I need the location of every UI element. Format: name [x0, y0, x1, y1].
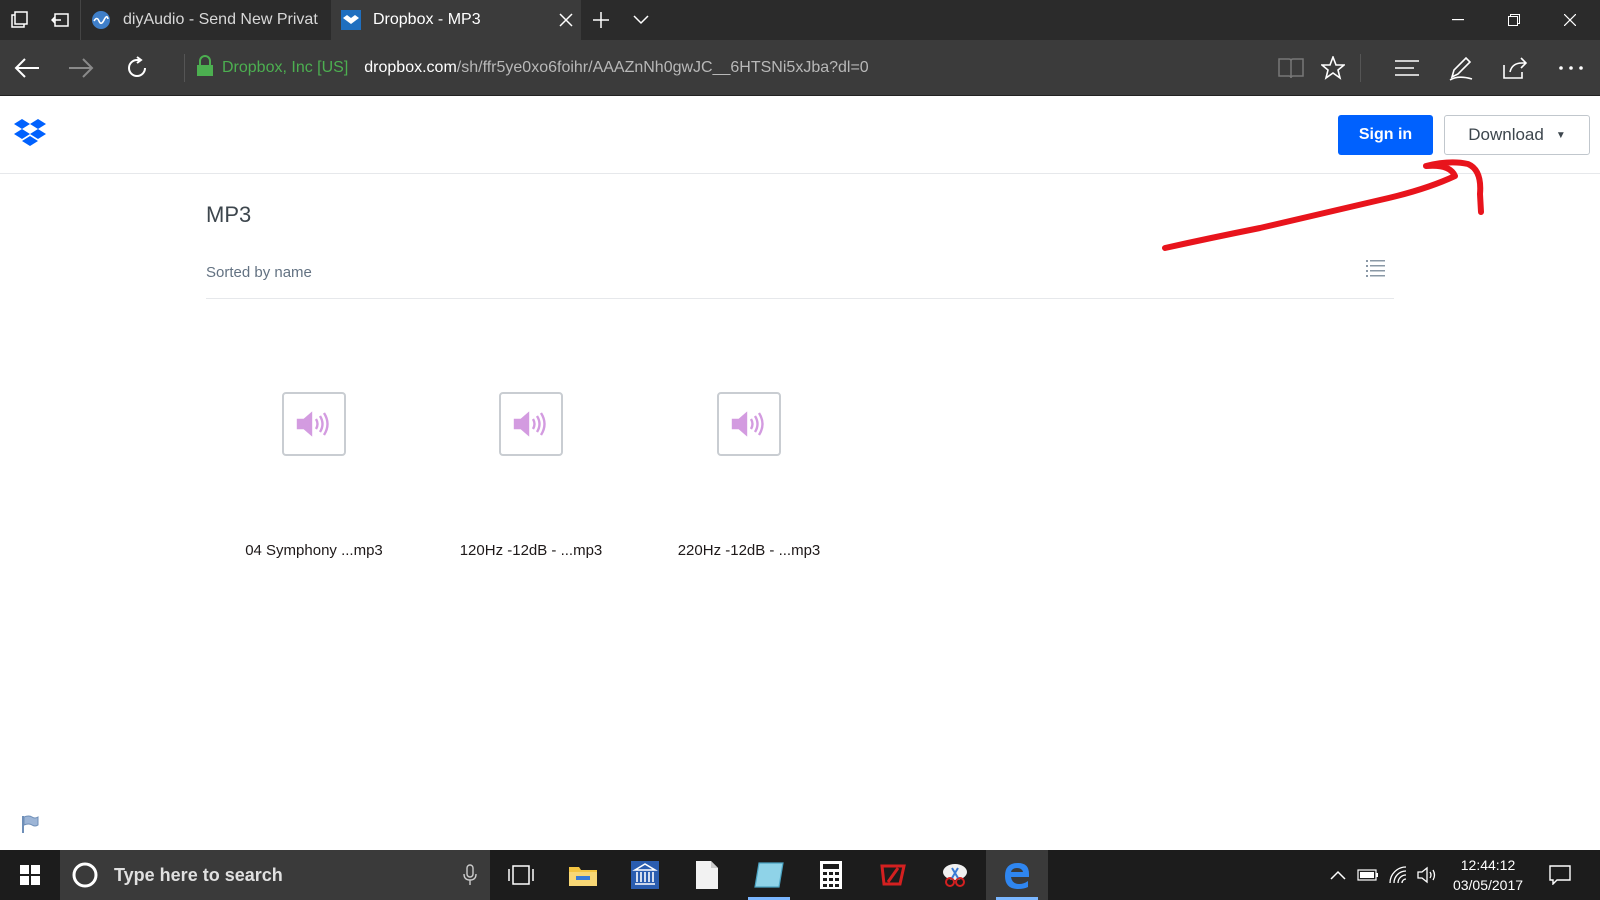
caret-down-icon: ▼	[1555, 129, 1566, 141]
tab-groups-icon[interactable]	[0, 0, 40, 40]
show-hidden-icons-chevron-icon[interactable]	[1323, 850, 1353, 900]
file-name: 04 Symphony ...mp3	[245, 542, 383, 559]
clock-time: 12:44:12	[1460, 857, 1516, 873]
snipping-tool-icon[interactable]	[924, 850, 986, 900]
dropbox-favicon	[341, 10, 361, 30]
url-field[interactable]: Dropbox, Inc [US] dropbox.com/sh/ffr5ye0…	[196, 40, 869, 96]
share-icon[interactable]	[1490, 40, 1540, 96]
taskbar-search-box[interactable]: Type here to search	[60, 850, 490, 900]
windows-start-icon[interactable]	[0, 850, 60, 900]
action-center-icon[interactable]	[1540, 850, 1580, 900]
folder-title: MP3	[206, 202, 252, 227]
wifi-icon[interactable]	[1383, 850, 1413, 900]
file-tile[interactable]: 04 Symphony ...mp3	[234, 392, 394, 572]
cortana-icon	[70, 860, 100, 890]
file-explorer-icon[interactable]	[552, 850, 614, 900]
lock-icon	[196, 54, 214, 82]
microphone-icon[interactable]	[450, 864, 490, 886]
sign-in-button[interactable]: Sign in	[1338, 115, 1433, 155]
download-button[interactable]: Download ▼	[1444, 115, 1590, 155]
tab-diyaudio[interactable]: diyAudio - Send New Privat	[80, 0, 331, 40]
web-note-pen-icon[interactable]	[1436, 40, 1486, 96]
new-tab-icon[interactable]	[581, 0, 621, 40]
document-app-icon[interactable]	[676, 850, 738, 900]
taskbar: Type here to search 12:44:12 03/05/2017	[0, 850, 1600, 900]
calculator-icon[interactable]	[800, 850, 862, 900]
clock-date: 03/05/2017	[1452, 877, 1524, 893]
certificate-name[interactable]: Dropbox, Inc [US]	[222, 59, 348, 77]
tab-title: diyAudio - Send New Privat	[123, 11, 318, 28]
task-view-icon[interactable]	[490, 850, 552, 900]
red-arrow-annotation	[1150, 154, 1490, 274]
tab-dropbox[interactable]: Dropbox - MP3	[331, 0, 581, 40]
audio-file-icon	[282, 392, 346, 456]
audio-file-icon	[499, 392, 563, 456]
url-host: dropbox.com	[364, 59, 457, 76]
red-app-icon[interactable]	[862, 850, 924, 900]
sort-label[interactable]: Sorted by name	[206, 264, 312, 281]
library-app-icon[interactable]	[614, 850, 676, 900]
browser-tab-strip: diyAudio - Send New Privat Dropbox - MP3	[0, 0, 1600, 40]
system-clock[interactable]: 12:44:12 03/05/2017	[1443, 855, 1533, 895]
volume-icon[interactable]	[1413, 850, 1443, 900]
diyaudio-icon	[91, 10, 111, 30]
notepad-app-icon[interactable]	[738, 850, 800, 900]
dropbox-page: Sign in Download ▼ MP3 Sorted by name 04…	[0, 96, 1600, 850]
report-flag-icon[interactable]	[20, 814, 40, 834]
separator	[184, 54, 185, 82]
tab-title: Dropbox - MP3	[373, 11, 481, 28]
set-aside-tabs-icon[interactable]	[40, 0, 80, 40]
file-name: 220Hz -12dB - ...mp3	[677, 542, 821, 559]
file-tile[interactable]: 120Hz -12dB - ...mp3	[451, 392, 611, 572]
hub-icon[interactable]	[1382, 40, 1432, 96]
back-icon[interactable]	[0, 40, 54, 96]
divider	[206, 298, 1394, 299]
refresh-icon[interactable]	[110, 40, 164, 96]
address-bar: Dropbox, Inc [US] dropbox.com/sh/ffr5ye0…	[0, 40, 1600, 96]
url-path: /sh/ffr5ye0xo6foihr/AAAZnNh0gwJC__6HTSNi…	[456, 59, 869, 76]
file-tile[interactable]: 220Hz -12dB - ...mp3	[669, 392, 829, 572]
battery-icon[interactable]	[1353, 850, 1383, 900]
restore-icon[interactable]	[1486, 0, 1542, 40]
separator	[1360, 54, 1361, 82]
more-options-icon[interactable]	[1546, 40, 1596, 96]
audio-file-icon	[717, 392, 781, 456]
minimize-icon[interactable]	[1430, 0, 1486, 40]
close-tab-icon[interactable]	[551, 13, 581, 27]
dropbox-logo-icon[interactable]	[14, 116, 46, 148]
tab-preview-chevron-icon[interactable]	[621, 0, 661, 40]
close-window-icon[interactable]	[1542, 0, 1598, 40]
edge-browser-icon[interactable]	[986, 850, 1048, 900]
file-name: 120Hz -12dB - ...mp3	[459, 542, 603, 559]
download-label: Download	[1468, 125, 1544, 144]
forward-icon[interactable]	[54, 40, 108, 96]
search-placeholder: Type here to search	[114, 864, 283, 885]
favorite-star-icon[interactable]	[1308, 40, 1358, 96]
